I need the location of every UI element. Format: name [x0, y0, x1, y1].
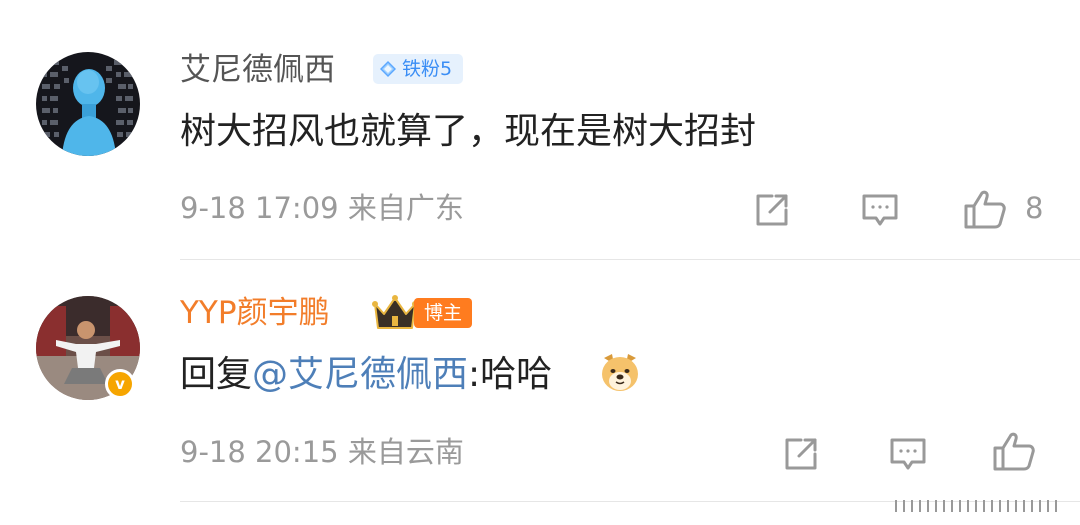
comment-icon[interactable] — [888, 434, 928, 478]
thumbs-up-icon[interactable] — [963, 188, 1007, 234]
comment-meta: 9-18 20:15 来自云南 — [180, 434, 464, 470]
comment-location: 来自广东 — [347, 191, 464, 225]
share-icon[interactable] — [752, 190, 792, 234]
comment-meta: 9-18 17:09 来自广东 — [180, 190, 464, 226]
comment-time: 9-18 17:09 — [180, 191, 339, 225]
diamond-icon — [379, 60, 397, 82]
thumbs-up-icon[interactable] — [992, 430, 1036, 476]
verified-mark: v — [115, 375, 125, 393]
mention-link[interactable]: @艾尼德佩西 — [252, 354, 468, 395]
blogger-badge: 博主 — [414, 298, 472, 328]
reply-prefix: 回复 — [180, 354, 253, 395]
fan-badge-label: 铁粉5 — [402, 58, 453, 80]
like-count: 8 — [1025, 191, 1044, 225]
crown-icon — [372, 294, 418, 336]
comment-location: 来自云南 — [347, 435, 464, 469]
fan-level-badge[interactable]: 铁粉5 — [373, 54, 463, 84]
username[interactable]: YYP颜宇鹏 — [180, 293, 330, 333]
comment-time: 9-18 20:15 — [180, 435, 339, 469]
share-icon[interactable] — [781, 434, 821, 478]
comment-item: 艾尼德佩西 铁粉5 树大招风也就算了，现在是树大招封 9-18 17:09 来自… — [0, 0, 1080, 260]
dog-emoji-icon — [598, 350, 642, 398]
reply-body: :哈哈 — [468, 354, 553, 395]
reply-text: 回复@艾尼德佩西:哈哈 — [180, 352, 552, 398]
comment-icon[interactable] — [860, 190, 900, 234]
watermark — [895, 500, 1065, 512]
username[interactable]: 艾尼德佩西 — [180, 50, 335, 90]
comment-text: 树大招风也就算了，现在是树大招封 — [180, 111, 757, 152]
avatar[interactable] — [36, 52, 140, 156]
verified-badge-icon: v — [105, 369, 135, 399]
